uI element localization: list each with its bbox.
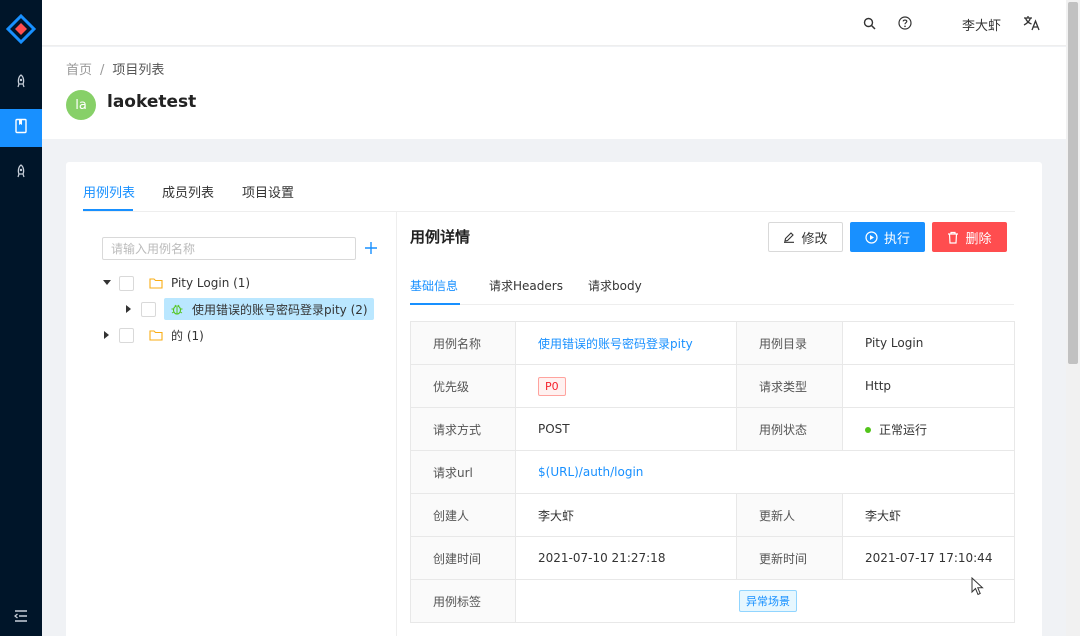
field-label: 请求类型 <box>736 364 843 408</box>
status-dot <box>865 427 871 433</box>
breadcrumb-separator: / <box>100 63 105 78</box>
delete-icon <box>948 231 959 244</box>
play-circle-icon <box>865 230 878 244</box>
nav-item-rocket-2[interactable] <box>0 154 42 192</box>
table-row: 用例标签 异常场景 <box>410 579 1015 623</box>
avatar: la <box>66 90 96 120</box>
mouse-cursor-icon <box>971 577 984 596</box>
detail-tabs-divider <box>410 304 1014 305</box>
tree-node-label: Pity Login (1) <box>171 276 251 290</box>
field-label: 用例标签 <box>410 579 516 623</box>
case-search-input[interactable] <box>102 237 356 260</box>
tree-node-de[interactable]: 的 (1) <box>102 324 204 346</box>
tree-node-label: 使用错误的账号密码登录pity (2) <box>192 302 368 317</box>
top-header: 李大虾 <box>42 0 1066 46</box>
tree-checkbox[interactable] <box>141 301 156 317</box>
side-navigation <box>0 0 42 636</box>
updated-time-value: 2021-07-17 17:10:44 <box>842 536 1015 580</box>
caret-down-icon[interactable] <box>102 278 112 288</box>
creator-value: 李大虾 <box>515 493 737 537</box>
detail-active-tab-indicator <box>410 303 460 305</box>
nav-item-rocket[interactable] <box>0 64 42 102</box>
status-badge: 正常运行 <box>879 422 928 437</box>
edit-icon <box>784 232 795 243</box>
table-row: 请求url $(URL)/auth/login <box>410 450 1015 494</box>
delete-button-label: 删除 <box>965 231 992 247</box>
breadcrumb-current[interactable]: 项目列表 <box>112 63 164 78</box>
tab-request-body[interactable]: 请求body <box>588 277 642 294</box>
detail-title: 用例详情 <box>410 228 471 246</box>
request-method-value: POST <box>515 407 737 451</box>
question-circle-icon[interactable] <box>895 13 915 33</box>
book-icon <box>14 118 28 138</box>
breadcrumb-home[interactable]: 首页 <box>66 63 92 78</box>
bug-icon <box>171 304 183 315</box>
breadcrumb: 首页 / 项目列表 <box>66 59 164 78</box>
field-label: 请求url <box>410 450 516 494</box>
tree-checkbox[interactable] <box>119 275 134 291</box>
edit-button[interactable]: 修改 <box>768 222 843 252</box>
field-label: 用例目录 <box>736 321 843 365</box>
case-name-value[interactable]: 使用错误的账号密码登录pity <box>515 321 737 365</box>
case-tag: 异常场景 <box>739 590 797 612</box>
priority-cell: P0 <box>515 364 737 408</box>
field-label: 创建时间 <box>410 536 516 580</box>
tab-request-headers[interactable]: 请求Headers <box>489 277 563 294</box>
case-directory-value: Pity Login <box>842 321 1015 365</box>
request-type-value: Http <box>842 364 1015 408</box>
created-time-value: 2021-07-10 21:27:18 <box>515 536 737 580</box>
logo-icon[interactable] <box>4 12 38 46</box>
caret-right-icon[interactable] <box>102 330 112 340</box>
field-label: 创建人 <box>410 493 516 537</box>
field-label: 请求方式 <box>410 407 516 451</box>
request-url-value[interactable]: $(URL)/auth/login <box>515 450 1015 494</box>
panel-divider <box>396 212 397 636</box>
add-directory-button[interactable] <box>362 238 380 258</box>
field-label: 更新人 <box>736 493 843 537</box>
nav-item-book[interactable] <box>0 109 42 147</box>
tabs-divider <box>83 211 1015 212</box>
tag-cell: 异常场景 <box>515 579 1015 623</box>
field-label: 更新时间 <box>736 536 843 580</box>
field-label: 用例名称 <box>410 321 516 365</box>
folder-icon <box>149 330 163 341</box>
tab-project-settings[interactable]: 项目设置 <box>242 182 294 201</box>
tree-node-case[interactable]: 使用错误的账号密码登录pity (2) <box>124 298 374 320</box>
rocket-icon <box>14 164 28 182</box>
tab-member-list[interactable]: 成员列表 <box>162 182 214 201</box>
caret-right-icon[interactable] <box>124 304 134 314</box>
translate-icon[interactable] <box>1021 13 1043 33</box>
page-header: 首页 / 项目列表 la laoketest <box>42 47 1066 139</box>
main-card: 用例列表 成员列表 项目设置 Pity Login (1) 使用错误的账号密码登… <box>66 162 1042 636</box>
tab-case-list[interactable]: 用例列表 <box>83 182 135 201</box>
table-row: 创建时间 2021-07-10 21:27:18 更新时间 2021-07-17… <box>410 536 1015 580</box>
menu-fold-icon[interactable] <box>0 604 42 628</box>
tree-node-label: 的 (1) <box>171 328 204 343</box>
scrollbar-thumb[interactable] <box>1068 2 1078 364</box>
delete-button[interactable]: 删除 <box>932 222 1007 252</box>
field-label: 优先级 <box>410 364 516 408</box>
tab-basic-info[interactable]: 基础信息 <box>410 277 458 294</box>
case-detail-table: 用例名称 使用错误的账号密码登录pity 用例目录 Pity Login 优先级… <box>410 321 1015 623</box>
page-scrollbar[interactable] <box>1066 0 1080 636</box>
tree-node-selected[interactable]: 使用错误的账号密码登录pity (2) <box>164 298 374 320</box>
search-icon[interactable] <box>859 13 879 33</box>
folder-icon <box>149 278 163 289</box>
table-row: 创建人 李大虾 更新人 李大虾 <box>410 493 1015 537</box>
field-label: 用例状态 <box>736 407 843 451</box>
table-row: 优先级 P0 请求类型 Http <box>410 364 1015 408</box>
tree-node-pity-login[interactable]: Pity Login (1) <box>102 272 250 294</box>
priority-badge: P0 <box>538 376 566 396</box>
table-row: 请求方式 POST 用例状态 正常运行 <box>410 407 1015 451</box>
run-button-label: 执行 <box>883 231 910 247</box>
edit-button-label: 修改 <box>801 231 828 247</box>
updater-value: 李大虾 <box>842 493 1015 537</box>
rocket-icon <box>14 74 28 92</box>
run-button[interactable]: 执行 <box>850 222 925 252</box>
table-row: 用例名称 使用错误的账号密码登录pity 用例目录 Pity Login <box>410 321 1015 365</box>
username[interactable]: 李大虾 <box>962 15 1001 34</box>
status-cell: 正常运行 <box>842 407 1015 451</box>
tree-checkbox[interactable] <box>119 327 134 343</box>
page-title: laoketest <box>107 92 197 112</box>
